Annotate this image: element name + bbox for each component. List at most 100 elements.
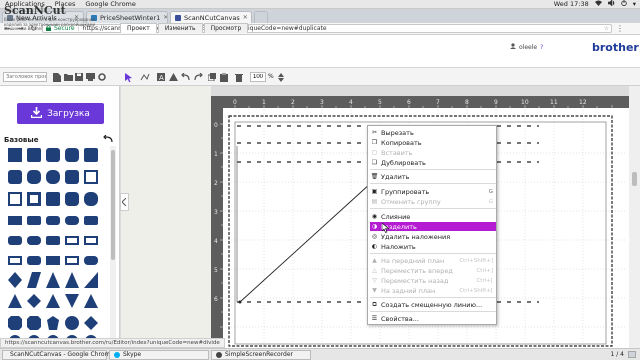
menu-item-duplicate[interactable]: ❏ Дублировать bbox=[370, 158, 496, 167]
overlap-icon: ◐ bbox=[371, 243, 378, 250]
workspace-pager[interactable]: 1 / 4 bbox=[611, 351, 640, 358]
back-arrow-icon[interactable] bbox=[103, 134, 113, 145]
tab-project[interactable]: Проект bbox=[120, 23, 157, 33]
side-area bbox=[121, 86, 211, 348]
menu-item-delete[interactable]: 🗑 Удалить bbox=[370, 172, 496, 181]
offset-line-icon: ⧉ bbox=[372, 300, 377, 308]
menu-item-move-backward[interactable]: ▽ Переместить назад Ctrl+[ bbox=[370, 276, 496, 285]
scissors-icon: ✂ bbox=[371, 129, 378, 136]
menu-item-group[interactable]: ▣ Группировать G bbox=[370, 187, 496, 196]
menu-separator bbox=[370, 253, 496, 254]
selected-line[interactable] bbox=[239, 182, 372, 303]
menu-item-ungroup[interactable]: ▤ Отменить группу G bbox=[370, 197, 496, 206]
star-icon[interactable]: ☆ bbox=[604, 25, 611, 32]
ruler-label: 0 bbox=[214, 122, 218, 129]
scrollbar-thumb[interactable] bbox=[111, 150, 115, 260]
task-chrome[interactable]: ScanNCutCanvas - Google Chrome bbox=[2, 349, 114, 360]
menu-item-offset-line[interactable]: ⧉ Создать смещенную линию... bbox=[370, 300, 496, 309]
wifi-icon[interactable] bbox=[594, 0, 602, 8]
shape-thumbnails[interactable] bbox=[6, 146, 106, 346]
menu-item-copy[interactable]: ❐ Копировать bbox=[370, 138, 496, 147]
menu-item-paste[interactable]: ▢ Вставить bbox=[370, 148, 496, 157]
svg-text:A: A bbox=[159, 74, 164, 81]
upload-button[interactable]: Загрузка bbox=[17, 103, 104, 124]
remove-overlap-icon: ◎ bbox=[371, 233, 378, 240]
canvas-scrollbar[interactable] bbox=[629, 86, 640, 348]
chevron-down-icon[interactable]: ▾ bbox=[633, 0, 636, 8]
app-header bbox=[0, 35, 640, 68]
menu-item-properties[interactable]: ☰ Свойства... bbox=[370, 314, 496, 323]
ruler-label: 5 bbox=[378, 99, 382, 106]
open-icon[interactable] bbox=[63, 72, 73, 82]
forward-icon: △ bbox=[372, 267, 377, 274]
ruler-label: 2 bbox=[214, 180, 218, 187]
brother-logo: brother bbox=[592, 41, 639, 54]
trash-tool-icon[interactable] bbox=[234, 72, 244, 82]
menu-tabs: Проект Изменить Просмотр bbox=[120, 23, 249, 33]
zoom-input[interactable] bbox=[250, 72, 266, 82]
undo-tool-icon[interactable] bbox=[180, 72, 190, 82]
close-icon[interactable]: ✕ bbox=[163, 14, 167, 21]
settings-icon[interactable] bbox=[97, 72, 107, 82]
task-screen-recorder[interactable]: SimpleScreenRecorder bbox=[211, 349, 311, 360]
ruler-label: 4 bbox=[349, 99, 353, 106]
front-icon: ▲ bbox=[372, 257, 377, 264]
ruler-label: 9 bbox=[494, 99, 498, 106]
menu-item-overlap[interactable]: ◐ Наложить bbox=[370, 242, 496, 251]
cursor-icon bbox=[382, 223, 390, 233]
menu-item-remove-overlap[interactable]: ◎ Удалить наложения bbox=[370, 232, 496, 241]
back-icon: ▼ bbox=[372, 287, 377, 294]
scanncut-logo[interactable]: ScanNCut bbox=[4, 4, 66, 17]
project-title-input[interactable] bbox=[3, 72, 47, 82]
redo-tool-icon[interactable] bbox=[193, 72, 203, 82]
browser-tab-scanncut[interactable]: ScanNCutCanvas ✕ bbox=[170, 11, 252, 23]
collapse-panel-button[interactable] bbox=[120, 193, 129, 211]
ruler-label: 6 bbox=[407, 99, 411, 106]
ruler-label: 1 bbox=[262, 99, 266, 106]
text-tool-icon[interactable]: A bbox=[156, 72, 166, 82]
power-icon[interactable] bbox=[621, 0, 627, 8]
shape-tool-icon[interactable] bbox=[168, 72, 178, 82]
tab-view[interactable]: Просмотр bbox=[203, 23, 249, 33]
recorder-icon bbox=[216, 351, 222, 358]
transfer-icon[interactable] bbox=[85, 72, 95, 82]
tab-edit[interactable]: Изменить bbox=[157, 23, 203, 33]
ruler-label: 12 bbox=[579, 99, 587, 106]
shape-square bbox=[8, 148, 22, 162]
workspace-icon[interactable] bbox=[628, 351, 636, 358]
paste-tool-icon[interactable] bbox=[219, 72, 229, 82]
menu-separator bbox=[370, 311, 496, 312]
menu-item-bring-front[interactable]: ▲ На передний план Ctrl+Shift+] bbox=[370, 256, 496, 265]
node-tool-icon[interactable] bbox=[140, 72, 150, 82]
line-endpoint[interactable] bbox=[238, 300, 242, 304]
user-menu[interactable]: oleele ? bbox=[510, 43, 543, 51]
status-url: https://scanncutcanvas.brother.com/ru/Ed… bbox=[0, 338, 225, 348]
browser-menu-icon[interactable]: ⋮ bbox=[616, 24, 624, 33]
menu-item-cut[interactable]: ✂ Вырезать bbox=[370, 128, 496, 137]
duplicate-icon: ❏ bbox=[371, 159, 378, 166]
app-menu[interactable]: Google Chrome bbox=[80, 0, 140, 8]
left-panel-scrollbar[interactable] bbox=[110, 146, 116, 346]
volume-icon[interactable] bbox=[607, 0, 615, 8]
new-file-icon[interactable] bbox=[52, 72, 62, 82]
basic-shapes-heading: Базовые bbox=[4, 136, 39, 144]
save-icon[interactable] bbox=[74, 72, 84, 82]
new-tab-button[interactable] bbox=[254, 11, 268, 23]
menu-item-move-forward[interactable]: △ Переместить вперед Ctrl+] bbox=[370, 266, 496, 275]
ruler-label: 8 bbox=[465, 99, 469, 106]
help-icon[interactable]: ? bbox=[540, 44, 543, 51]
group-icon: ▣ bbox=[371, 188, 378, 195]
menu-item-merge[interactable]: ◉ Слияние bbox=[370, 212, 496, 221]
menu-item-send-back[interactable]: ▼ На задний план Ctrl+Shift+[ bbox=[370, 286, 496, 295]
menu-separator bbox=[370, 297, 496, 298]
copy-tool-icon[interactable] bbox=[207, 72, 217, 82]
close-icon[interactable]: ✕ bbox=[243, 14, 248, 21]
trash-icon: 🗑 bbox=[370, 173, 379, 180]
scrollbar-thumb[interactable] bbox=[632, 172, 637, 186]
menu-separator bbox=[370, 208, 496, 209]
clock[interactable]: Wed 17:38 bbox=[554, 0, 589, 8]
select-tool-icon[interactable] bbox=[124, 72, 134, 82]
shape-gallery bbox=[6, 146, 106, 346]
zoom-stepper-icon[interactable] bbox=[276, 72, 286, 82]
task-skype[interactable]: Skype bbox=[109, 349, 209, 360]
